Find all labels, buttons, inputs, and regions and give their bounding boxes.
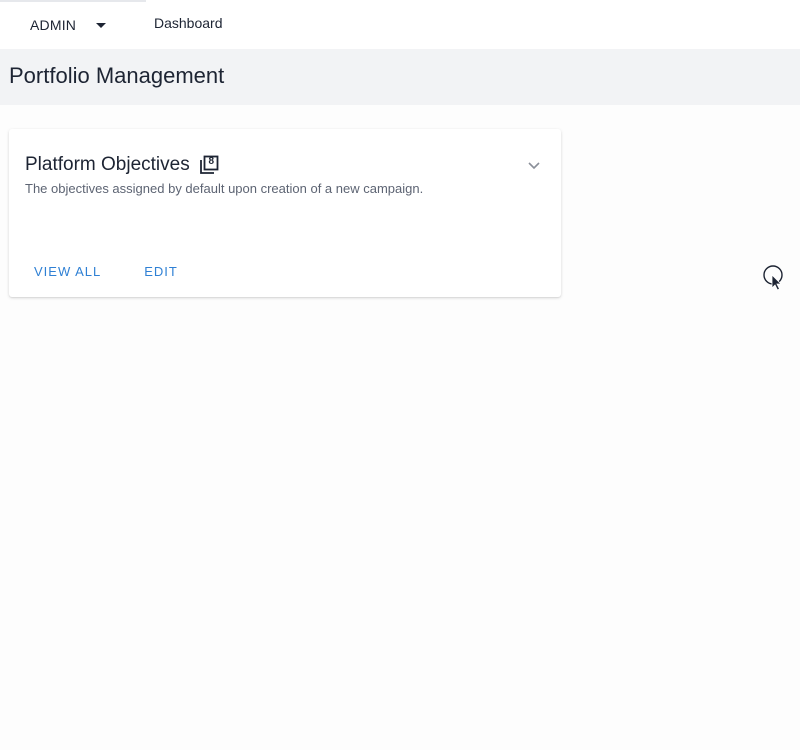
active-tab-indicator: [0, 0, 146, 2]
filter-count-icon: 8: [199, 155, 219, 175]
objectives-count: 8: [208, 156, 215, 167]
card-title: Platform Objectives: [25, 154, 190, 175]
mouse-cursor-icon: [763, 265, 785, 291]
card-actions: VIEW ALL EDIT: [25, 260, 212, 283]
chevron-down-icon[interactable]: [527, 158, 541, 170]
caret-down-icon: [96, 22, 107, 28]
nav-link-dashboard[interactable]: Dashboard: [154, 15, 223, 31]
card-description: The objectives assigned by default upon …: [25, 181, 424, 196]
view-all-button[interactable]: VIEW ALL: [25, 260, 110, 283]
platform-objectives-card: Platform Objectives 8 The objectives ass…: [9, 129, 561, 297]
page-title: Portfolio Management: [9, 63, 225, 88]
role-dropdown[interactable]: ADMIN: [30, 15, 107, 35]
card-header: Platform Objectives 8: [25, 154, 219, 176]
role-dropdown-label: ADMIN: [30, 17, 77, 33]
page-header: Portfolio Management: [0, 49, 800, 105]
top-navigation-bar: ADMIN Dashboard: [0, 0, 800, 49]
edit-button[interactable]: EDIT: [135, 260, 187, 283]
